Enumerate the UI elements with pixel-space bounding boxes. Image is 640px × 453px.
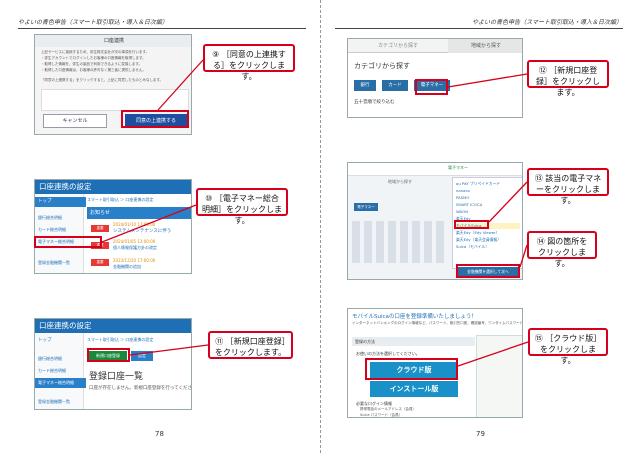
highlight-cloud-button <box>365 358 458 380</box>
highlight-next-button <box>456 264 520 278</box>
highlight-emoney-category <box>415 79 448 95</box>
step-11-callout: ⑪ ［新規口座登録］をクリックします。 <box>208 331 293 359</box>
step-13-callout: ⑬ 該当の電子マネーをクリックします。 <box>527 168 609 205</box>
highlight-new-account <box>87 348 130 362</box>
step-9-callout: ⑨ ［同意の上連携する］をクリックします。 <box>203 44 295 81</box>
highlight-agree-button <box>121 110 189 128</box>
highlight-emoney-nav <box>34 236 102 248</box>
highlight-selected-emoney <box>454 220 489 229</box>
step-12-callout: ⑫ ［新規口座登録］をクリックします。 <box>527 60 609 97</box>
step-14-callout: ⑭ 図の箇所をクリックします。 <box>527 231 597 268</box>
step-15-callout: ⑮ ［クラウド版］をクリックします。 <box>528 328 608 365</box>
step-10-callout: ⑩ ［電子マネー総合明細］をクリックします。 <box>196 188 288 225</box>
